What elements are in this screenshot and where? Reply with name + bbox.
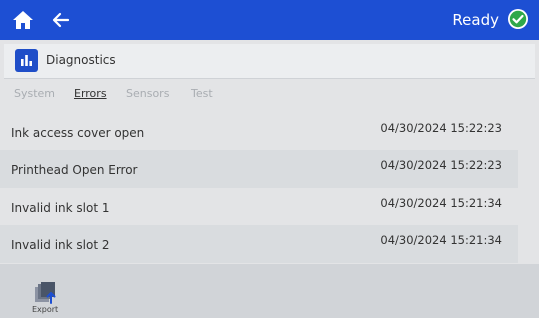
bar-chart-icon xyxy=(15,49,38,72)
list-item[interactable]: Printhead Open Error 04/30/2024 15:22:23 xyxy=(0,150,518,188)
error-message: Ink access cover open xyxy=(11,126,145,140)
export-icon xyxy=(34,282,58,304)
diagnostics-header: Diagnostics xyxy=(4,44,535,79)
error-timestamp: 04/30/2024 15:21:34 xyxy=(380,196,502,210)
bottom-bar: Export xyxy=(0,264,539,318)
error-message: Printhead Open Error xyxy=(11,163,138,177)
back-arrow-icon[interactable] xyxy=(52,11,70,29)
export-label: Export xyxy=(32,305,59,314)
list-item[interactable]: Invalid ink slot 2 04/30/2024 15:21:34 xyxy=(0,225,518,263)
error-message: Invalid ink slot 2 xyxy=(11,238,110,252)
list-item[interactable]: Ink access cover open 04/30/2024 15:22:2… xyxy=(0,113,518,151)
error-timestamp: 04/30/2024 15:21:34 xyxy=(380,233,502,247)
export-button[interactable]: Export xyxy=(28,282,68,316)
error-timestamp: 04/30/2024 15:22:23 xyxy=(380,121,502,135)
error-timestamp: 04/30/2024 15:22:23 xyxy=(380,158,502,172)
tab-test[interactable]: Test xyxy=(191,87,213,100)
tab-sensors[interactable]: Sensors xyxy=(126,87,169,100)
home-icon[interactable] xyxy=(12,10,34,30)
page-title: Diagnostics xyxy=(46,53,116,67)
error-message: Invalid ink slot 1 xyxy=(11,201,110,215)
top-bar: Ready xyxy=(0,0,539,40)
list-item[interactable]: Invalid ink slot 1 04/30/2024 15:21:34 xyxy=(0,188,518,226)
status-label: Ready xyxy=(452,11,499,29)
tab-errors[interactable]: Errors xyxy=(74,87,107,100)
diagnostics-screen: Ready Diagnostics System Errors Sensors … xyxy=(0,0,539,318)
check-circle-icon xyxy=(507,8,529,30)
tab-system[interactable]: System xyxy=(14,87,55,100)
